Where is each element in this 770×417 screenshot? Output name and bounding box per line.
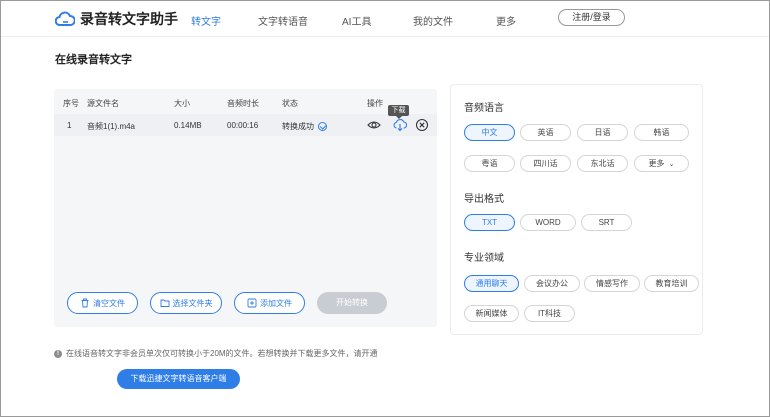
top-navigation-bar: 录音转文字助手 转文字 文字转语音 AI工具 我的文件 更多 注册/登录 (1, 1, 769, 37)
download-client-button[interactable]: 下载迅捷文字转语音客户端 (117, 369, 240, 389)
column-header-actions: 操作 (367, 99, 383, 108)
nav-my-files[interactable]: 我的文件 (413, 13, 453, 28)
domain-option-it-tech[interactable]: IT科技 (524, 305, 575, 322)
language-option-korean[interactable]: 韩语 (634, 124, 689, 141)
domain-option-education[interactable]: 教育培训 (644, 275, 699, 292)
column-header-size: 大小 (174, 99, 190, 108)
language-more-dropdown[interactable]: 更多 ⌄ (634, 155, 689, 172)
row-index: 1 (67, 121, 72, 130)
format-option-txt[interactable]: TXT (464, 214, 515, 231)
language-more-label: 更多 (648, 159, 665, 168)
column-header-duration: 音频时长 (227, 99, 259, 108)
eye-preview-icon[interactable] (367, 118, 381, 132)
language-option-english[interactable]: 英语 (520, 124, 571, 141)
page-title: 在线录音转文字 (55, 54, 132, 66)
row-duration: 00:00:16 (227, 121, 259, 130)
trash-icon (81, 298, 89, 308)
clear-files-label: 清空文件 (93, 298, 125, 308)
language-option-japanese[interactable]: 日语 (577, 124, 628, 141)
choose-folder-label: 选择文件夹 (172, 298, 213, 308)
choose-folder-button[interactable]: 选择文件夹 (150, 292, 222, 314)
nav-ai-tools[interactable]: AI工具 (342, 13, 371, 28)
language-option-northeast[interactable]: 东北话 (577, 155, 628, 172)
folder-icon (160, 299, 169, 307)
add-file-button[interactable]: 添加文件 (234, 292, 305, 314)
language-section-title: 音频语言 (464, 103, 504, 114)
clear-files-button[interactable]: 清空文件 (67, 292, 138, 314)
domain-option-general-chat[interactable]: 通用聊天 (464, 275, 519, 292)
download-tooltip: 下载 (388, 105, 409, 119)
language-option-sichuan[interactable]: 四川话 (520, 155, 571, 172)
chevron-down-icon: ⌄ (668, 161, 675, 168)
column-header-index: 序号 (63, 99, 79, 108)
add-file-icon (247, 298, 257, 308)
format-option-word[interactable]: WORD (520, 214, 576, 231)
domain-option-emotional-writing[interactable]: 情感写作 (584, 275, 640, 292)
table-row: 1 音频1(1).m4a 0.14MB 00:00:16 转换成功 (54, 114, 437, 136)
column-header-status: 状态 (282, 99, 298, 108)
language-option-chinese[interactable]: 中文 (464, 124, 515, 141)
nav-more[interactable]: 更多 (496, 13, 516, 28)
check-circle-icon (318, 122, 327, 131)
domain-option-meeting-office[interactable]: 会议办公 (524, 275, 580, 292)
delete-circle-icon[interactable] (415, 118, 429, 132)
domain-section-title: 专业领域 (464, 253, 504, 264)
status-text: 转换成功 (282, 122, 314, 131)
member-notice: ! 在线语音转文字非会员单次仅可转换小于20M的文件。若想转换并下载更多文件，请… (54, 348, 378, 359)
row-size: 0.14MB (174, 121, 202, 130)
options-panel: 音频语言 中文 英语 日语 韩语 粤语 四川话 东北话 更多 ⌄ 导出格式 TX… (450, 84, 703, 335)
notice-text: 在线语音转文字非会员单次仅可转换小于20M的文件。若想转换并下载更多文件，请开通 (66, 349, 378, 358)
login-register-button[interactable]: 注册/登录 (558, 9, 625, 26)
language-option-cantonese[interactable]: 粤语 (464, 155, 515, 172)
domain-option-news-media[interactable]: 新闻媒体 (464, 305, 519, 322)
start-convert-button[interactable]: 开始转换 (317, 292, 387, 314)
add-file-label: 添加文件 (260, 298, 292, 308)
format-option-srt[interactable]: SRT (581, 214, 632, 231)
app-name: 录音转文字助手 (80, 11, 178, 27)
nav-speech-to-text[interactable]: 转文字 (191, 13, 221, 28)
row-status: 转换成功 (282, 121, 327, 132)
nav-text-to-speech[interactable]: 文字转语音 (258, 13, 308, 28)
column-header-filename: 源文件名 (87, 99, 119, 108)
info-icon: ! (54, 349, 62, 358)
format-section-title: 导出格式 (464, 194, 504, 205)
app-logo[interactable]: 录音转文字助手 (55, 9, 178, 29)
row-filename: 音频1(1).m4a (87, 122, 136, 131)
cloud-logo-icon (55, 11, 75, 26)
